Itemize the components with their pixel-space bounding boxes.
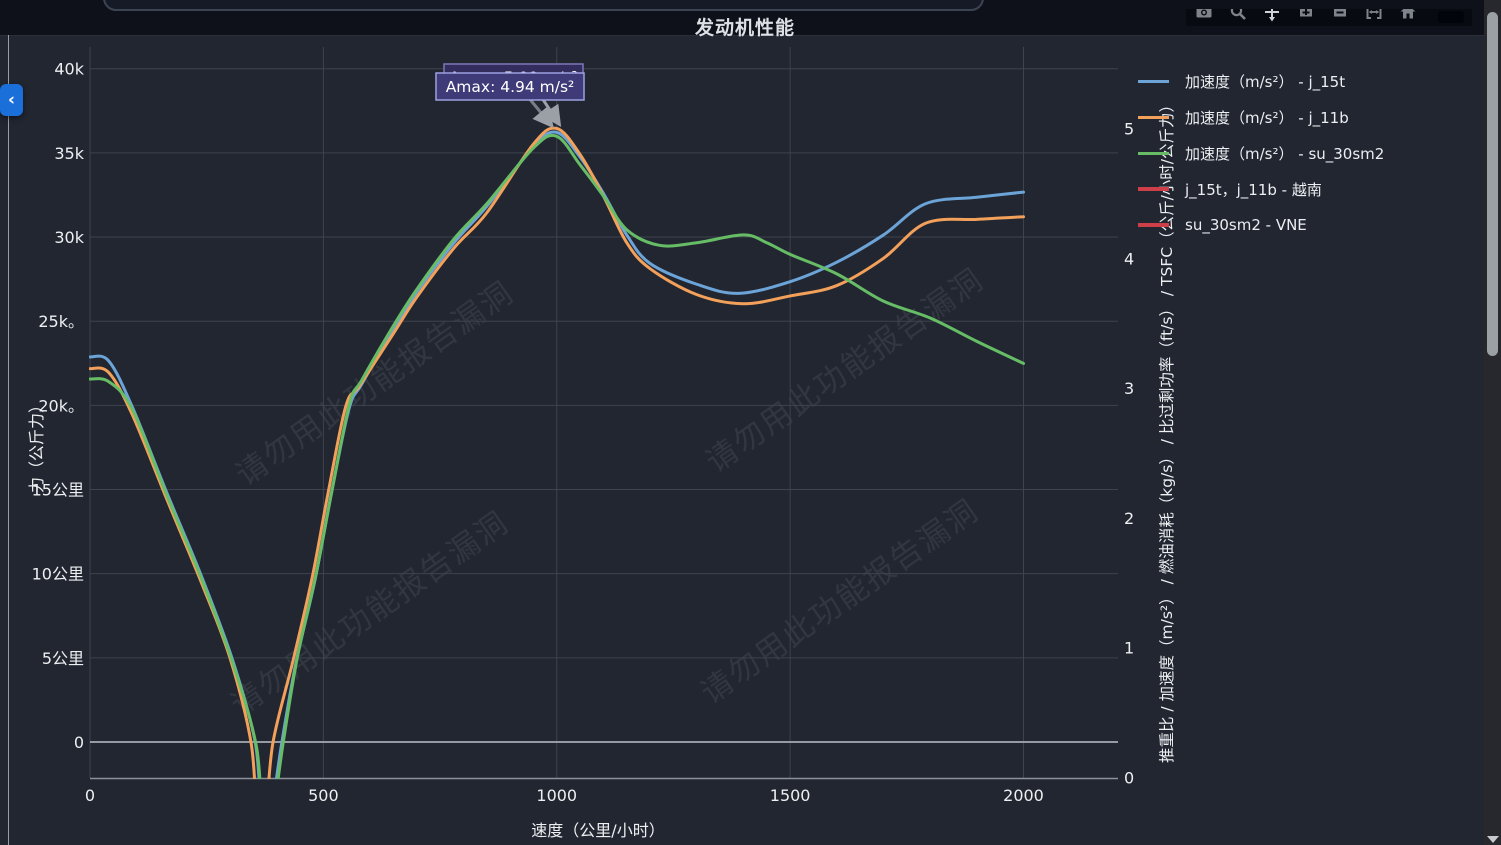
legend-label: 加速度（m/s²） - j_11b [1185, 107, 1349, 128]
legend-swatch [1138, 187, 1169, 191]
x-tick: 500 [308, 786, 339, 805]
legend-swatch [1138, 152, 1169, 155]
legend-item[interactable]: 加速度（m/s²） - j_15t [1138, 63, 1384, 99]
y-left-tick: 25k。 [38, 312, 84, 331]
x-axis-title: 速度（公里/小时） [531, 821, 664, 840]
legend: 加速度（m/s²） - j_15t 加速度（m/s²） - j_11b 加速度（m/… [1138, 63, 1384, 243]
legend-item[interactable]: su_30sm2 - VNE [1138, 207, 1384, 243]
y-left-tick: 35k [54, 144, 84, 163]
y-left-axis-title: 力（公斤力） [27, 397, 46, 493]
y-left-tick: 30k [54, 228, 84, 247]
chart-title: 发动机性能 [0, 13, 1490, 40]
chevron-left-icon: ‹ [8, 90, 15, 110]
y-left-tick: 5公里 [42, 649, 84, 668]
legend-item[interactable]: 加速度（m/s²） - su_30sm2 [1138, 135, 1384, 171]
y-left-tick: 10公里 [32, 565, 84, 584]
y-right-tick: 2 [1124, 509, 1134, 528]
x-tick: 1000 [536, 786, 577, 805]
page: 请勿用此功能报告漏洞 请勿用此功能报告漏洞 请勿用此功能报告漏洞 请勿用此功能报… [0, 0, 1501, 845]
legend-label: su_30sm2 - VNE [1185, 216, 1307, 234]
address-bar[interactable] [103, 0, 984, 11]
x-tick: 0 [85, 786, 95, 805]
y-right-tick: 3 [1124, 379, 1134, 398]
legend-item[interactable]: 加速度（m/s²） - j_11b [1138, 99, 1384, 135]
annotation-label: Amax: 4.94 m/s² [446, 78, 575, 96]
y-left-tick: 0 [74, 733, 84, 752]
y-right-tick: 5 [1124, 120, 1134, 139]
sidebar-edge [8, 35, 9, 845]
legend-swatch [1138, 80, 1169, 83]
legend-swatch [1138, 116, 1169, 119]
scrollbar-track[interactable] [1484, 0, 1501, 845]
y-right-tick: 1 [1124, 639, 1134, 658]
legend-label: 加速度（m/s²） - su_30sm2 [1185, 143, 1384, 164]
x-tick: 1500 [770, 786, 811, 805]
annotation-arrow [528, 97, 552, 126]
y-right-tick: 4 [1124, 249, 1134, 268]
sidebar-collapse-button[interactable]: ‹ [0, 84, 23, 116]
x-tick: 2000 [1003, 786, 1044, 805]
legend-swatch [1138, 223, 1169, 227]
y-right-tick: 0 [1124, 769, 1134, 788]
scroll-down-arrow-icon[interactable] [1487, 836, 1499, 843]
legend-label: 加速度（m/s²） - j_15t [1185, 71, 1345, 92]
scrollbar-thumb[interactable] [1487, 12, 1498, 356]
legend-item[interactable]: j_15t，j_11b - 越南 [1138, 171, 1384, 207]
legend-label: j_15t，j_11b - 越南 [1185, 179, 1322, 200]
y-left-tick: 40k [54, 60, 84, 79]
